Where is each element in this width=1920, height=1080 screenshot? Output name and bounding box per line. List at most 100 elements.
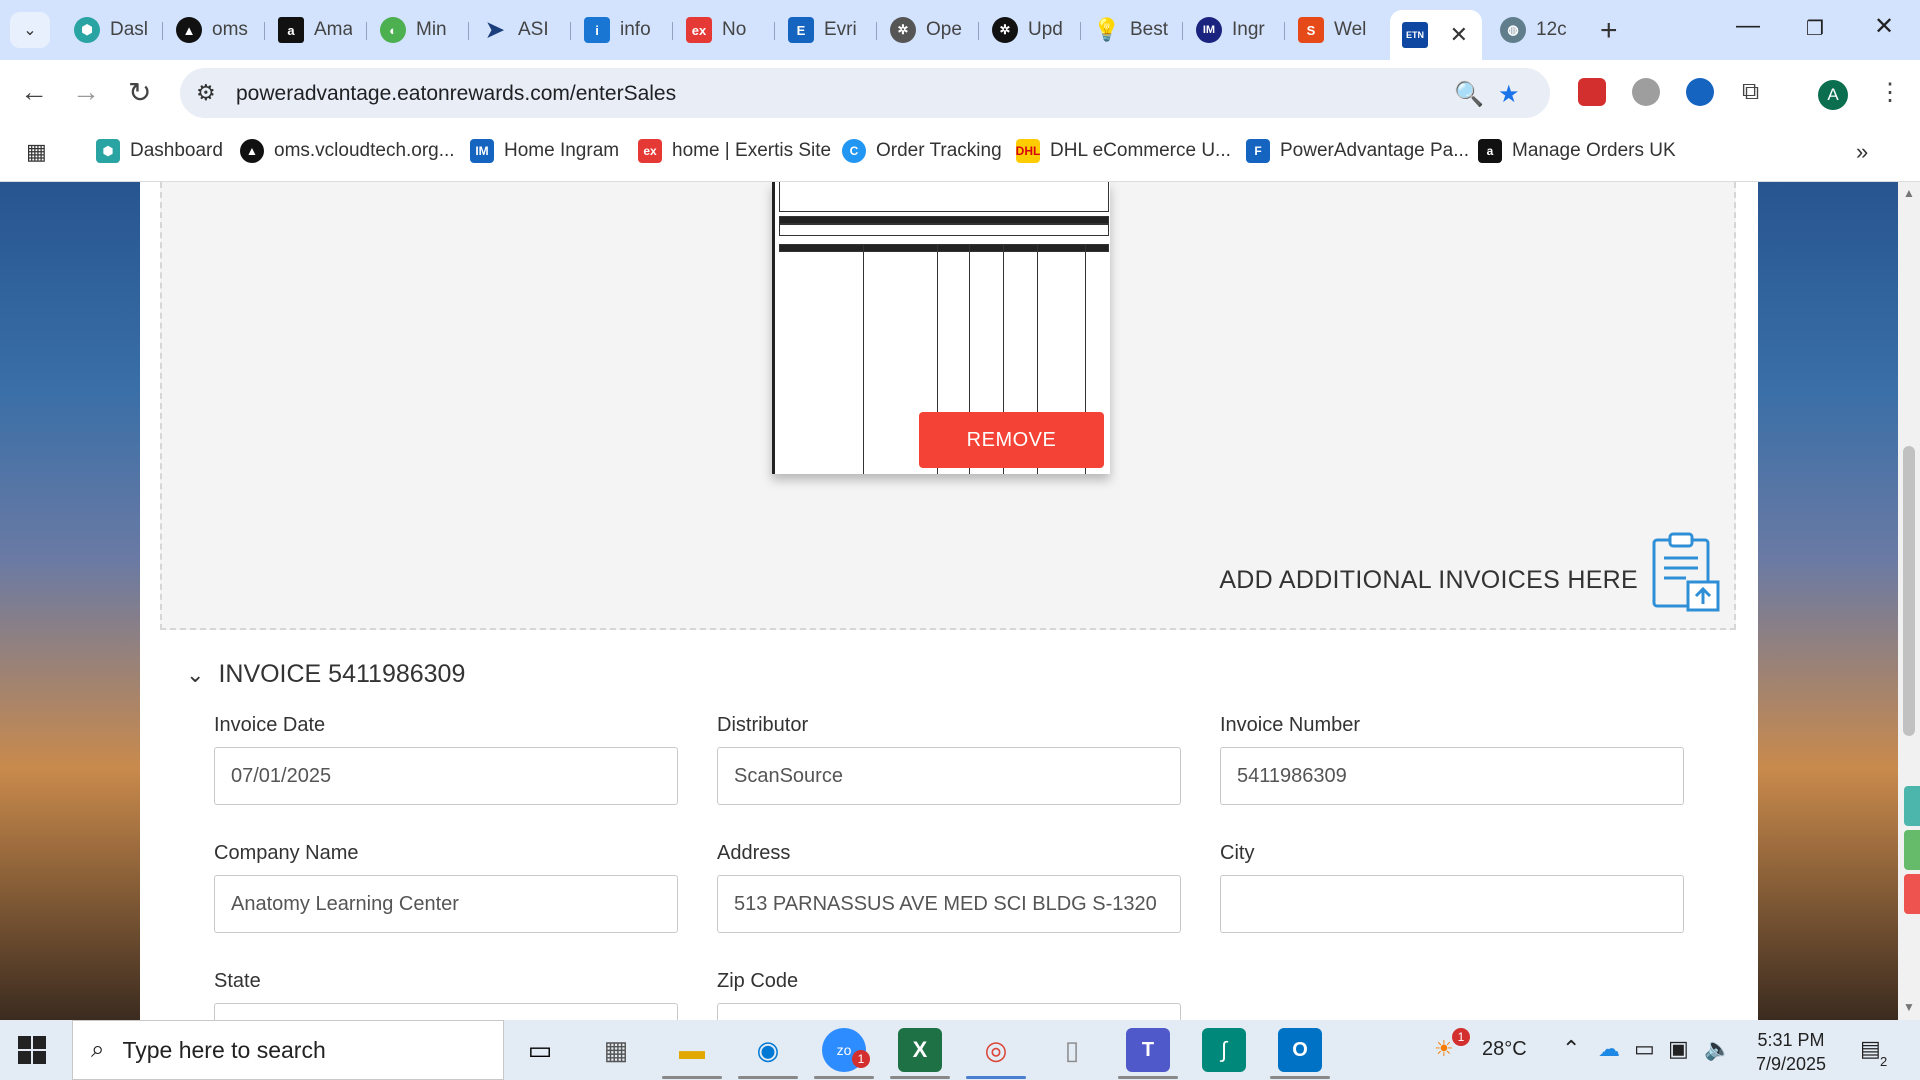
more-bookmarks-chevron-icon[interactable]: »	[1856, 139, 1868, 165]
zoom-badge: 1	[852, 1050, 870, 1068]
edge-icon[interactable]: ◉	[746, 1028, 790, 1072]
bookmark-home-ingram[interactable]: IM Home Ingram	[470, 139, 619, 163]
add-invoices-label[interactable]: ADD ADDITIONAL INVOICES HERE	[1219, 566, 1638, 595]
invoice-section-header[interactable]: ⌄ INVOICE 5411986309	[186, 660, 465, 689]
volume-icon[interactable]: 🔈	[1704, 1036, 1731, 1062]
apps-grid-icon[interactable]: ▦	[26, 139, 47, 165]
battery-icon[interactable]: ▭	[1634, 1036, 1655, 1062]
file-explorer-icon[interactable]: ▬	[670, 1028, 714, 1072]
onedrive-cloud-icon[interactable]: ☁	[1598, 1036, 1620, 1062]
thumb-table-header	[779, 216, 1109, 224]
minimize-icon[interactable]: —	[1736, 12, 1760, 40]
task-view-icon[interactable]: ▭	[518, 1028, 562, 1072]
bookmark-oms[interactable]: ▲ oms.vcloudtech.org...	[240, 139, 455, 163]
tab-info[interactable]: i info	[572, 12, 672, 48]
close-tab-icon[interactable]: ✕	[1450, 22, 1468, 48]
tray-chevron-up-icon[interactable]: ⌃	[1562, 1036, 1580, 1062]
bookmark-poweradvantage[interactable]: F PowerAdvantage Pa...	[1246, 139, 1469, 163]
address-input[interactable]	[717, 875, 1181, 933]
shield-extension-icon[interactable]	[1686, 78, 1714, 106]
wel-icon: S	[1298, 17, 1324, 43]
clock-date: 7/9/2025	[1756, 1054, 1827, 1074]
zip-code-input[interactable]	[717, 1003, 1181, 1020]
state-input[interactable]	[214, 1003, 678, 1020]
windows-start-icon[interactable]	[18, 1036, 46, 1064]
tab-best[interactable]: 💡 Best	[1082, 12, 1182, 48]
browser-toolbar: ← → ↻ ⚙ poweradvantage.eatonrewards.com/…	[0, 60, 1920, 126]
address-bar[interactable]: ⚙ poweradvantage.eatonrewards.com/enterS…	[180, 68, 1550, 118]
invoice-dropzone[interactable]: REMOVE ADD ADDITIONAL INVOICES HERE	[160, 182, 1736, 630]
chevron-down-icon[interactable]: ⌄	[186, 662, 204, 688]
side-widget-tab[interactable]	[1904, 830, 1920, 870]
profile-avatar[interactable]: A	[1818, 80, 1848, 110]
bookmark-manage-orders[interactable]: a Manage Orders UK	[1478, 139, 1676, 163]
weather-icon[interactable]: ☀	[1434, 1036, 1454, 1062]
tab-welcome[interactable]: S Wel	[1286, 12, 1386, 48]
scrollbar-thumb[interactable]	[1903, 446, 1915, 736]
globe-extension-icon[interactable]	[1632, 78, 1660, 106]
tab-search-button[interactable]: ⌄	[10, 12, 50, 48]
state-label: State	[214, 970, 261, 992]
teams-icon[interactable]: T	[1126, 1028, 1170, 1072]
tab-mint[interactable]: ◐ Min	[368, 12, 468, 48]
tab-amazon[interactable]: a Ama	[266, 12, 366, 48]
taskbar-search-box[interactable]: ⌕ Type here to search	[72, 1020, 504, 1080]
weather-temp[interactable]: 28°C	[1482, 1038, 1527, 1061]
clipboard-upload-icon[interactable]	[1650, 532, 1722, 612]
chrome-icon[interactable]: ◎	[974, 1028, 1018, 1072]
tab-update[interactable]: ✲ Upd	[980, 12, 1080, 48]
forward-arrow-icon[interactable]: →	[72, 76, 100, 108]
close-window-icon[interactable]: ✕	[1874, 12, 1894, 41]
tab-asi[interactable]: ➤ ASI	[470, 12, 570, 48]
acrobat-extension-icon[interactable]	[1578, 78, 1606, 106]
page-viewport: REMOVE ADD ADDITIONAL INVOICES HERE ⌄ IN…	[0, 182, 1920, 1020]
bookmark-dashboard[interactable]: ⬢ Dashboard	[96, 139, 223, 163]
tab-divider	[672, 22, 673, 40]
oms-triangle-icon: ▲	[240, 139, 264, 163]
bookmark-order-tracking[interactable]: C Order Tracking	[842, 139, 1002, 163]
s-app-icon[interactable]: ∫	[1202, 1028, 1246, 1072]
tab-divider	[1080, 22, 1081, 40]
tab-divider	[1182, 22, 1183, 40]
extensions-puzzle-icon[interactable]: ⧉	[1742, 78, 1759, 106]
reload-icon[interactable]: ↻	[128, 76, 151, 109]
tab-dashboard[interactable]: ⬢ Dasl	[62, 12, 162, 48]
tab-ingram[interactable]: IM Ingr	[1184, 12, 1284, 48]
distributor-input[interactable]	[717, 747, 1181, 805]
zoom-icon[interactable]: 🔍	[1454, 80, 1484, 109]
tab-eaton-active[interactable]: ETN ✕	[1390, 10, 1482, 60]
network-icon[interactable]: ▣	[1668, 1036, 1689, 1062]
tab-12c[interactable]: ◍ 12c	[1488, 12, 1588, 48]
outlook-icon[interactable]: O	[1278, 1028, 1322, 1072]
scroll-down-arrow-icon[interactable]: ▼	[1903, 1000, 1915, 1014]
new-tab-plus-icon[interactable]: +	[1600, 14, 1618, 48]
remove-invoice-button[interactable]: REMOVE	[919, 412, 1104, 468]
excel-icon[interactable]: X	[898, 1028, 942, 1072]
site-settings-icon[interactable]: ⚙	[196, 80, 216, 106]
scroll-up-arrow-icon[interactable]: ▲	[1903, 186, 1915, 200]
bookmark-exertis[interactable]: ex home | Exertis Site	[638, 139, 831, 163]
tab-evri[interactable]: E Evri	[776, 12, 876, 48]
bookmark-dhl[interactable]: DHL DHL eCommerce U...	[1016, 139, 1231, 163]
file-icon[interactable]: ▯	[1050, 1028, 1094, 1072]
side-widget-tab[interactable]	[1904, 874, 1920, 914]
tab-divider	[468, 22, 469, 40]
side-widget-tab[interactable]	[1904, 786, 1920, 826]
restore-icon[interactable]: ❐	[1806, 16, 1824, 41]
city-label: City	[1220, 842, 1255, 864]
invoice-date-input[interactable]	[214, 747, 678, 805]
taskbar-clock[interactable]: 5:31 PM 7/9/2025	[1756, 1028, 1826, 1076]
tab-divider	[366, 22, 367, 40]
tab-exertis[interactable]: ex No	[674, 12, 774, 48]
bookmark-star-icon[interactable]: ★	[1498, 80, 1520, 109]
invoice-number-input[interactable]	[1220, 747, 1684, 805]
notification-icon[interactable]: ▤	[1860, 1036, 1881, 1062]
back-arrow-icon[interactable]: ←	[20, 76, 48, 108]
calculator-icon[interactable]: ▦	[594, 1028, 638, 1072]
city-input[interactable]	[1220, 875, 1684, 933]
menu-kebab-icon[interactable]: ⋮	[1878, 78, 1902, 107]
tab-oms[interactable]: ▲ oms	[164, 12, 264, 48]
company-name-input[interactable]	[214, 875, 678, 933]
app-active-indicator	[738, 1076, 798, 1079]
tab-openai[interactable]: ✲ Ope	[878, 12, 978, 48]
